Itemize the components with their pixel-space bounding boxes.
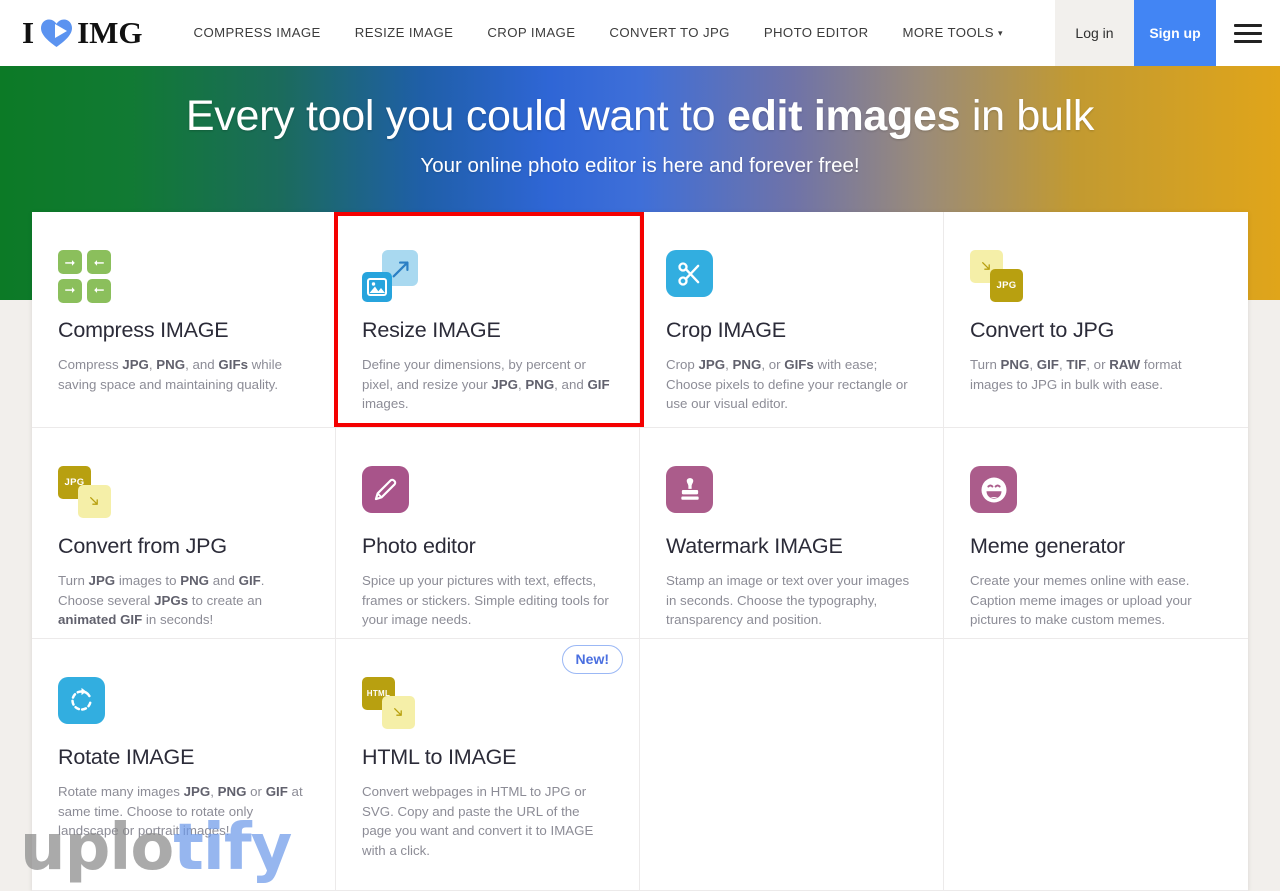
uplotify-watermark: uplotify bbox=[20, 811, 292, 885]
watermark-part-2: tify bbox=[173, 811, 292, 885]
hero-subtitle: Your online photo editor is here and for… bbox=[420, 154, 860, 177]
tool-card-meme-generator[interactable]: Meme generator Create your memes online … bbox=[944, 428, 1248, 639]
tool-card-watermark-image[interactable]: Watermark IMAGE Stamp an image or text o… bbox=[640, 428, 944, 639]
tool-description: Turn PNG, GIF, TIF, or RAW format images… bbox=[970, 357, 1182, 392]
tool-card-convert-to-jpg[interactable]: JPG Convert to JPG Turn PNG, GIF, TIF, o… bbox=[944, 212, 1248, 428]
site-logo[interactable]: I IMG bbox=[0, 0, 155, 66]
photo-editor-icon-tile bbox=[362, 466, 409, 513]
chevron-down-icon: ▾ bbox=[997, 27, 1003, 38]
tool-title: Photo editor bbox=[362, 534, 476, 558]
tool-description: Create your memes online with ease. Capt… bbox=[970, 573, 1192, 627]
scissors-icon bbox=[666, 250, 919, 312]
login-label: Log in bbox=[1075, 25, 1114, 41]
nav-label: MORE TOOLS bbox=[902, 24, 994, 40]
watermark-part-1: uplo bbox=[20, 811, 174, 885]
target-page-icon bbox=[382, 696, 415, 729]
nav-label: CROP IMAGE bbox=[487, 25, 576, 40]
jpg-label: JPG bbox=[996, 280, 1017, 291]
nav-photo-editor[interactable]: PHOTO EDITOR bbox=[747, 0, 886, 66]
page-root: I IMG COMPRESS IMAGE RESIZE IMAGE CROP I… bbox=[0, 0, 1280, 891]
pencil-icon bbox=[362, 466, 615, 528]
nav-label: RESIZE IMAGE bbox=[354, 25, 454, 40]
tool-description: Crop JPG, PNG, or GIFs with ease; Choose… bbox=[666, 357, 908, 411]
nav-label: CONVERT TO JPG bbox=[609, 25, 730, 40]
image-thumb-icon bbox=[362, 272, 392, 302]
hero-title-part-2: in bulk bbox=[960, 92, 1095, 140]
tool-card-photo-editor[interactable]: Photo editor Spice up your pictures with… bbox=[336, 428, 640, 639]
tool-title: Convert from JPG bbox=[58, 534, 227, 558]
burger-line bbox=[1234, 39, 1262, 43]
tool-title: Watermark IMAGE bbox=[666, 534, 843, 558]
stamp-icon bbox=[666, 466, 919, 528]
tool-description: Define your dimensions, by percent or pi… bbox=[362, 357, 610, 411]
rotate-icon bbox=[58, 677, 311, 739]
burger-line bbox=[1234, 31, 1262, 35]
header-spacer bbox=[1020, 0, 1055, 66]
html-to-image-icon: HTML bbox=[362, 677, 615, 739]
arrow-up-right: ➞ bbox=[58, 279, 82, 303]
tool-title: Resize IMAGE bbox=[362, 318, 501, 342]
signup-button[interactable]: Sign up bbox=[1134, 0, 1216, 66]
tool-title: Crop IMAGE bbox=[666, 318, 786, 342]
convert-to-jpg-icon: JPG bbox=[970, 250, 1224, 312]
hero-title-emphasis: edit images bbox=[726, 92, 961, 140]
tool-grid-empty-cell bbox=[944, 639, 1248, 891]
tool-title: Meme generator bbox=[970, 534, 1125, 558]
nav-resize-image[interactable]: RESIZE IMAGE bbox=[338, 0, 471, 66]
main-nav: COMPRESS IMAGE RESIZE IMAGE CROP IMAGE C… bbox=[177, 0, 1020, 66]
page-title: Every tool you could want to edit images… bbox=[0, 92, 1280, 141]
resize-image-icon bbox=[362, 250, 615, 312]
tool-card-compress-image[interactable]: ➞ ➞ ➞ ➞ Compress IMAGE Compress JPG, PNG… bbox=[32, 212, 336, 428]
site-header: I IMG COMPRESS IMAGE RESIZE IMAGE CROP I… bbox=[0, 0, 1280, 66]
nav-compress-image[interactable]: COMPRESS IMAGE bbox=[177, 0, 338, 66]
logo-text-prefix: I bbox=[22, 15, 35, 50]
burger-line bbox=[1234, 23, 1262, 27]
arrow-up-left: ➞ bbox=[87, 279, 111, 303]
heart-icon bbox=[40, 18, 74, 48]
hero-title-part-1: Every tool you could want to bbox=[185, 92, 727, 140]
tool-card-convert-from-jpg[interactable]: JPG Convert from JPG Turn JPG images to … bbox=[32, 428, 336, 639]
tool-description: Turn JPG images to PNG and GIF. Choose s… bbox=[58, 573, 265, 627]
tool-description: Convert webpages in HTML to JPG or SVG. … bbox=[362, 784, 594, 858]
tool-description: Compress JPG, PNG, and GIFs while saving… bbox=[58, 357, 282, 392]
tool-title: Convert to JPG bbox=[970, 318, 1115, 342]
rotate-icon-tile bbox=[58, 677, 105, 724]
tool-description: Spice up your pictures with text, effect… bbox=[362, 573, 609, 627]
tool-title: Rotate IMAGE bbox=[58, 745, 195, 769]
nav-crop-image[interactable]: CROP IMAGE bbox=[470, 0, 592, 66]
tool-title: HTML to IMAGE bbox=[362, 745, 517, 769]
tool-title: Compress IMAGE bbox=[58, 318, 229, 342]
new-badge: New! bbox=[561, 645, 623, 674]
tool-description: Stamp an image or text over your images … bbox=[666, 573, 910, 627]
tool-card-html-to-image[interactable]: New! HTML HTML to IMAGE Convert webpages… bbox=[336, 639, 640, 891]
tool-card-resize-image[interactable]: Resize IMAGE Define your dimensions, by … bbox=[336, 212, 640, 428]
meme-icon-tile bbox=[970, 466, 1017, 513]
hamburger-menu-icon[interactable] bbox=[1216, 0, 1280, 66]
convert-from-jpg-icon: JPG bbox=[58, 466, 311, 528]
diagonal-arrow-icon bbox=[392, 261, 409, 278]
arrow-down-right: ➞ bbox=[58, 250, 82, 274]
arrow-down-left: ➞ bbox=[87, 250, 111, 274]
tool-card-crop-image[interactable]: Crop IMAGE Crop JPG, PNG, or GIFs with e… bbox=[640, 212, 944, 428]
tools-panel: ➞ ➞ ➞ ➞ Compress IMAGE Compress JPG, PNG… bbox=[32, 212, 1248, 891]
logo-text-suffix: IMG bbox=[77, 15, 143, 50]
target-page-icon bbox=[78, 485, 111, 518]
nav-label: PHOTO EDITOR bbox=[763, 25, 869, 40]
tool-grid-empty-cell bbox=[640, 639, 944, 891]
signup-label: Sign up bbox=[1149, 25, 1201, 41]
nav-more-tools[interactable]: MORE TOOLS ▾ bbox=[886, 0, 1020, 67]
compress-arrows-icon: ➞ ➞ ➞ ➞ bbox=[58, 250, 311, 312]
login-button[interactable]: Log in bbox=[1055, 0, 1134, 66]
nav-label: COMPRESS IMAGE bbox=[193, 25, 321, 40]
nav-convert-to-jpg[interactable]: CONVERT TO JPG bbox=[592, 0, 746, 66]
jpg-page-icon: JPG bbox=[990, 269, 1023, 302]
tools-grid: ➞ ➞ ➞ ➞ Compress IMAGE Compress JPG, PNG… bbox=[32, 212, 1248, 891]
smiley-face-icon bbox=[970, 466, 1224, 528]
crop-icon-tile bbox=[666, 250, 713, 297]
watermark-icon-tile bbox=[666, 466, 713, 513]
